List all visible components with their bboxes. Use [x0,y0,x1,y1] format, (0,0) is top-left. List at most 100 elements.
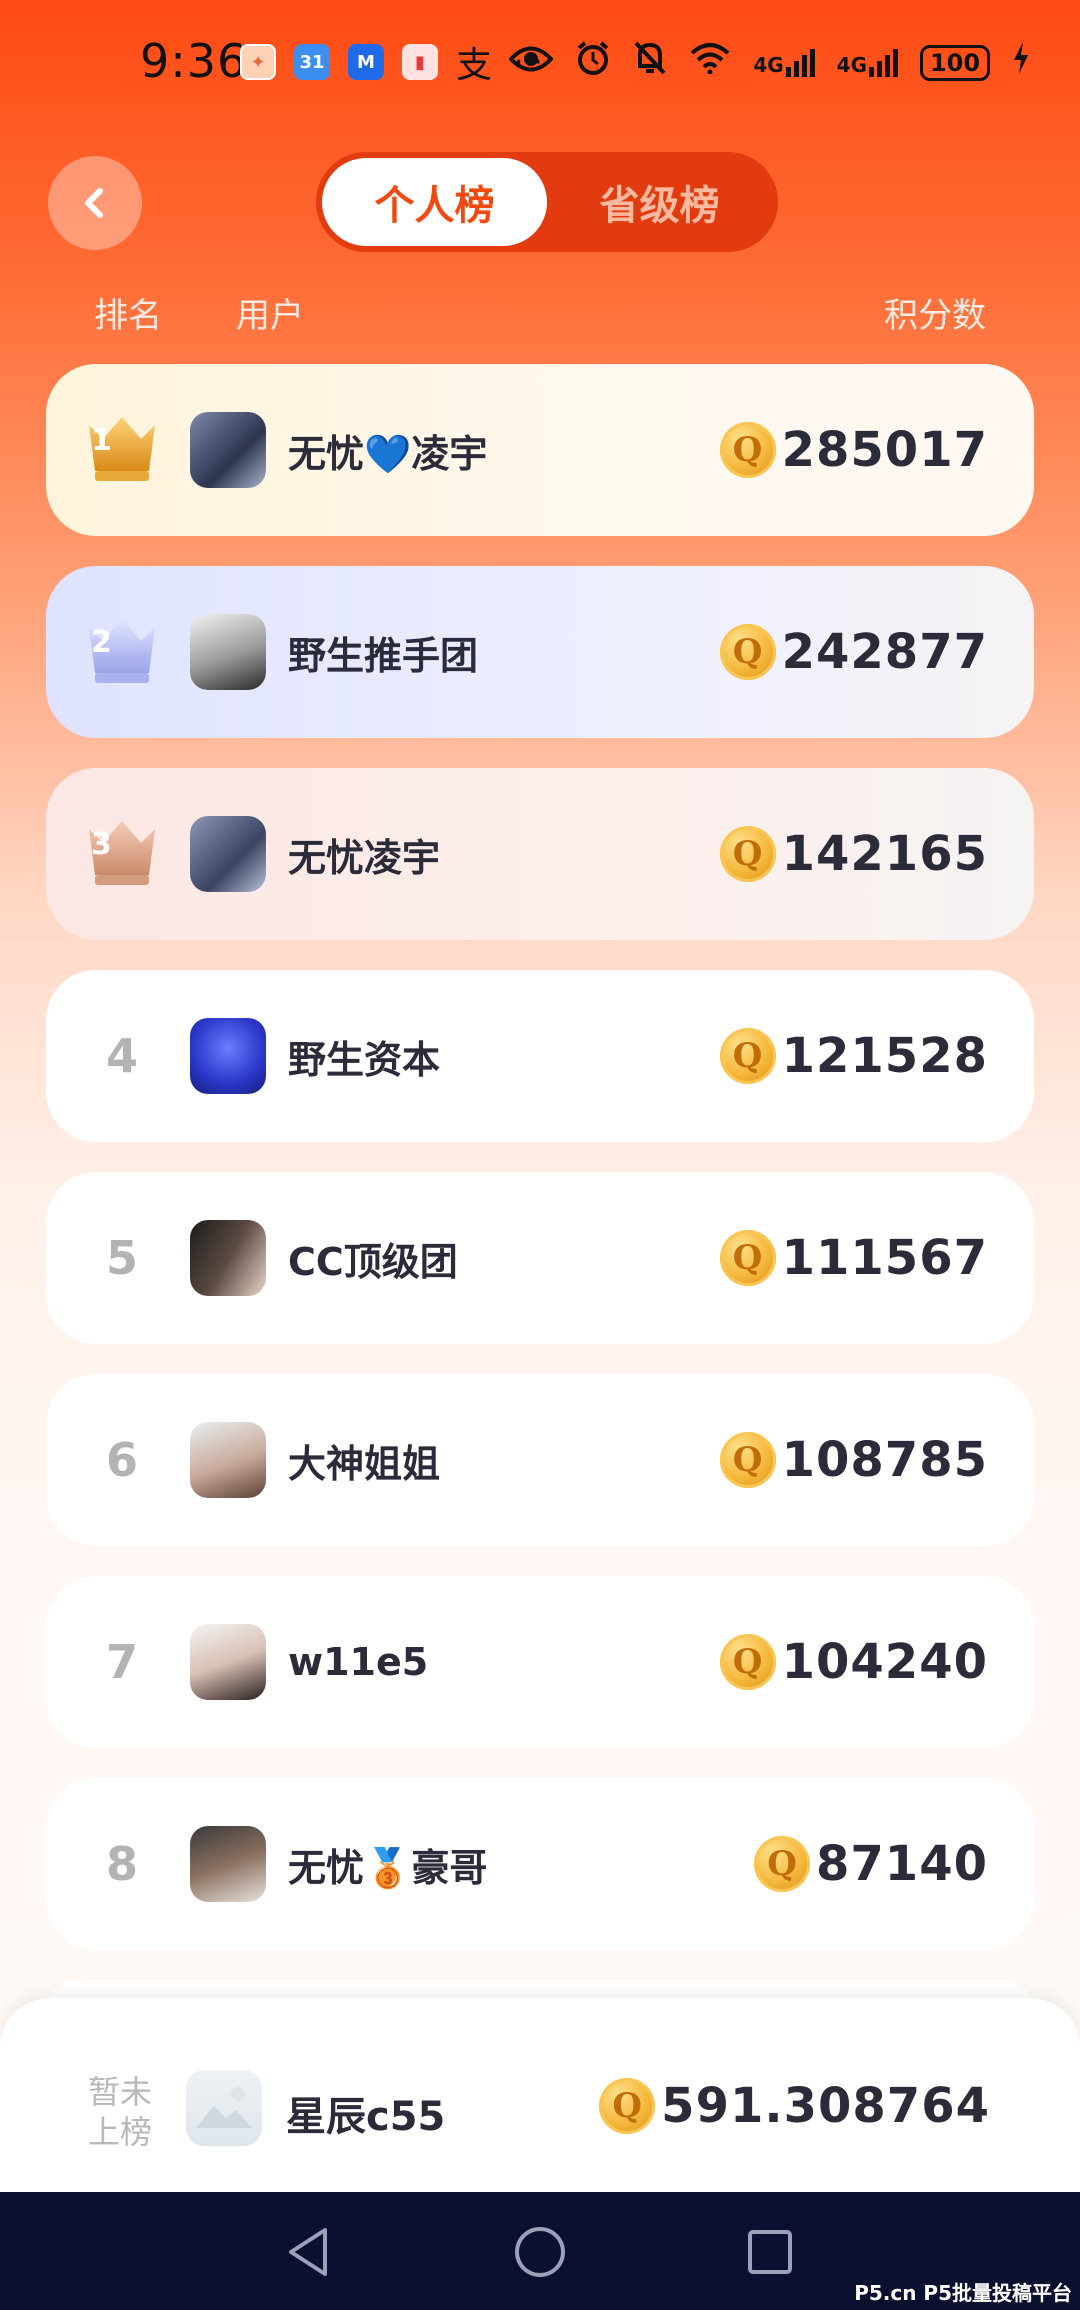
my-score-value: 591.308764 [661,2078,990,2134]
column-header-score: 积分数 [884,296,986,336]
score-display: Q 285017 [719,422,988,478]
rank-number: 4 [105,1029,138,1083]
rank-number: 5 [105,1231,138,1285]
avatar[interactable] [190,1018,266,1094]
triangle-back-icon [289,2228,327,2276]
coin-icon: Q [719,1432,776,1488]
ranking-type-switch: 个人榜 省级榜 [316,152,778,252]
nav-back-button[interactable] [278,2222,338,2282]
wifi-icon [689,42,731,83]
score-value: 142165 [781,826,988,882]
my-avatar[interactable] [186,2070,262,2146]
cellular-signal-1-icon: 4G [753,48,815,77]
score-value: 242877 [781,624,988,680]
coin-icon: Q [719,1230,776,1286]
avatar[interactable] [190,412,266,488]
avatar[interactable] [190,1624,266,1700]
username: 无忧🥉豪哥 [288,1845,488,1890]
chevron-left-icon [85,188,103,218]
avatar[interactable] [190,614,266,690]
score-value: 104240 [781,1634,988,1690]
mute-icon [633,40,667,85]
status-indicators: 4G 4G 100 [508,40,1030,85]
score-value: 121528 [781,1028,988,1084]
battery-icon: 100 [920,44,990,81]
app-notification-icon: ✦ [240,44,276,80]
username: 无忧凌宇 [288,835,441,880]
score-display: Q 142165 [719,826,988,882]
circle-home-icon [515,2227,565,2277]
score-value: 87140 [816,1836,988,1892]
rank-badge: 8 [82,1814,162,1914]
tab-provincial-ranking[interactable]: 省级榜 [547,158,772,246]
score-display: Q 108785 [719,1432,988,1488]
column-header-user: 用户 [236,296,304,336]
reader-icon: ▮ [402,44,438,80]
username: 野生资本 [288,1037,441,1082]
mail-icon: M [348,44,384,80]
username: 野生推手团 [288,633,479,678]
avatar[interactable] [190,1220,266,1296]
score-display: Q 87140 [754,1836,988,1892]
leaderboard-row[interactable]: 1 无忧💙凌宇 Q 285017 [46,364,1034,536]
rank-badge: 6 [82,1410,162,1510]
leaderboard-row[interactable]: 6 大神姐姐 Q 108785 [46,1374,1034,1546]
leaderboard-row[interactable]: 2 野生推手团 Q 242877 [46,566,1034,738]
avatar[interactable] [190,816,266,892]
rank-number: 1 [91,423,112,458]
my-username: 星辰c55 [286,2094,446,2140]
rank-badge: 7 [82,1612,162,1712]
rank-badge: 4 [82,1006,162,1106]
my-score-display: Q 591.308764 [599,2078,990,2134]
coin-icon: Q [719,422,776,478]
score-display: Q 111567 [719,1230,988,1286]
network-type-label: 4G [836,52,867,77]
cellular-signal-2-icon: 4G [836,48,898,77]
username: w11e5 [288,1640,429,1684]
watermark: P5.cn P5批量投稿平台 [854,2281,1072,2305]
coin-icon: Q [754,1836,810,1892]
network-type-label: 4G [753,52,784,77]
system-navigation-bar: P5.cn P5批量投稿平台 [0,2192,1080,2310]
leaderboard-row[interactable]: 7 w11e5 Q 104240 [46,1576,1034,1748]
score-value: 111567 [781,1230,988,1286]
score-display: Q 121528 [719,1028,988,1084]
rank-number: 3 [91,827,112,862]
coin-icon: Q [719,826,776,882]
avatar[interactable] [190,1826,266,1902]
coin-icon: Q [719,1634,776,1690]
score-value: 108785 [781,1432,988,1488]
silver-crown-icon: 2 [83,613,161,691]
square-recents-icon [748,2230,792,2274]
rank-badge: 5 [82,1208,162,1308]
leaderboard-row[interactable]: 8 无忧🥉豪哥 Q 87140 [46,1778,1034,1950]
leaderboard-row[interactable]: 5 CC顶级团 Q 111567 [46,1172,1034,1344]
gold-crown-icon: 1 [83,411,161,489]
rank-badge: 1 [82,400,162,500]
status-bar: 9:36 ✦ 31 M ▮ 支 ··· 4G 4G 100 [0,0,1080,130]
rank-number: 7 [105,1635,138,1689]
rank-number: 6 [105,1433,138,1487]
rank-number: 8 [105,1837,138,1891]
coin-icon: Q [719,624,776,680]
tab-personal-ranking[interactable]: 个人榜 [322,158,547,246]
status-app-icons: ✦ 31 M ▮ 支 ··· [240,44,543,86]
leaderboard-row[interactable]: 4 野生资本 Q 121528 [46,970,1034,1142]
username: CC顶级团 [288,1239,458,1284]
score-display: Q 242877 [719,624,988,680]
avatar[interactable] [190,1422,266,1498]
nav-recents-button[interactable] [740,2222,800,2282]
image-placeholder-icon [196,2087,252,2128]
charging-icon [1012,41,1030,84]
back-button[interactable] [48,156,142,250]
leaderboard-row[interactable]: 3 无忧凌宇 Q 142165 [46,768,1034,940]
nav-home-button[interactable] [510,2222,570,2282]
score-value: 285017 [781,422,988,478]
my-ranking-bar: 暂未 上榜 星辰c55 Q 591.308764 [0,1998,1080,2192]
calendar-icon: 31 [294,44,330,80]
rank-number: 2 [91,625,112,660]
status-time: 9:36 [140,34,248,88]
eye-icon [508,43,555,83]
rank-badge: 3 [82,804,162,904]
alarm-icon [575,40,611,85]
